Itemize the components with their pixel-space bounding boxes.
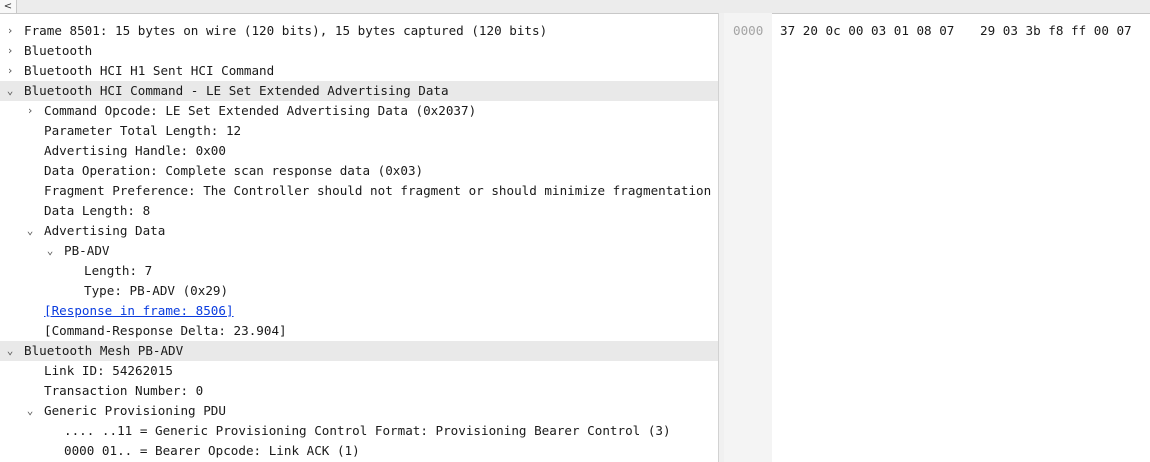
expand-arrow-icon[interactable]: ⌄ [24, 221, 36, 241]
tree-row-label: 0000 01.. = Bearer Opcode: Link ACK (1) [64, 443, 360, 458]
tree-row[interactable]: › Bluetooth [0, 41, 718, 61]
packet-details-tree[interactable]: › Frame 8501: 15 bytes on wire (120 bits)… [0, 21, 718, 462]
tree-row-label: Bluetooth Mesh PB-ADV [24, 343, 184, 358]
tree-row-label: Data Operation: Complete scan response d… [44, 163, 424, 178]
tree-row[interactable]: ⌄ Advertising Data [0, 221, 718, 241]
tree-row[interactable]: Link ID: 54262015 [0, 361, 718, 381]
tree-row-label: Advertising Data [44, 223, 166, 238]
tree-row[interactable]: › Bluetooth HCI H1 Sent HCI Command [0, 61, 718, 81]
expand-arrow-icon[interactable]: ⌄ [4, 81, 16, 101]
tree-row[interactable]: ⌄ Bluetooth HCI Command - LE Set Extended… [0, 81, 718, 101]
tree-row[interactable]: [Command-Response Delta: 23.904] [0, 321, 718, 341]
hex-offset-column [724, 13, 772, 462]
tree-row-label: Advertising Handle: 0x00 [44, 143, 226, 158]
tree-row[interactable]: .... ..11 = Generic Provisioning Control… [0, 421, 718, 441]
tree-row-label: Frame 8501: 15 bytes on wire (120 bits),… [24, 23, 548, 38]
tree-row-label: Link ID: 54262015 [44, 363, 173, 378]
tree-row-label: Data Length: 8 [44, 203, 151, 218]
tree-row-label: Fragment Preference: The Controller shou… [44, 183, 712, 198]
tree-row-label: PB-ADV [64, 243, 110, 258]
tree-row-label: Bluetooth [24, 43, 93, 58]
tree-row[interactable]: Type: PB-ADV (0x29) [0, 281, 718, 301]
tree-row-label: Length: 7 [84, 263, 153, 278]
tree-row-label: Bluetooth HCI Command - LE Set Extended … [24, 83, 449, 98]
tree-row-label: Parameter Total Length: 12 [44, 123, 242, 138]
tree-row[interactable]: Advertising Handle: 0x00 [0, 141, 718, 161]
tree-row[interactable]: [Response in frame: 8506] [0, 301, 718, 321]
tree-row[interactable]: ⌄ Generic Provisioning PDU [0, 401, 718, 421]
collapse-arrow-icon[interactable]: › [4, 61, 16, 81]
tree-row[interactable]: › Frame 8501: 15 bytes on wire (120 bits)… [0, 21, 718, 41]
tree-row-label: Bluetooth HCI H1 Sent HCI Command [24, 63, 275, 78]
scroll-left-arrow-icon[interactable]: < [0, 0, 17, 13]
tree-row[interactable]: Fragment Preference: The Controller shou… [0, 181, 718, 201]
tree-row-label: .... ..11 = Generic Provisioning Control… [64, 423, 671, 438]
hex-bytes-group-2[interactable]: 29 03 3b f8 ff 00 07 [980, 21, 1132, 41]
expand-arrow-icon[interactable]: ⌄ [44, 241, 56, 261]
collapse-arrow-icon[interactable]: › [4, 41, 16, 61]
horizontal-scrollbar[interactable]: < [0, 0, 1150, 14]
tree-row[interactable]: Data Operation: Complete scan response d… [0, 161, 718, 181]
tree-row[interactable]: 0000 01.. = Bearer Opcode: Link ACK (1) [0, 441, 718, 461]
tree-row[interactable]: Transaction Number: 0 [0, 381, 718, 401]
tree-row[interactable]: ⌄ PB-ADV [0, 241, 718, 261]
tree-row[interactable]: ⌄ Bluetooth Mesh PB-ADV [0, 341, 718, 361]
tree-row-label: [Command-Response Delta: 23.904] [44, 323, 287, 338]
tree-row[interactable]: Length: 7 [0, 261, 718, 281]
tree-row-label: Generic Provisioning PDU [44, 403, 226, 418]
tree-row[interactable]: › Command Opcode: LE Set Extended Adverti… [0, 101, 718, 121]
collapse-arrow-icon[interactable]: › [4, 21, 16, 41]
expand-arrow-icon[interactable]: ⌄ [4, 341, 16, 361]
tree-row-label: Transaction Number: 0 [44, 383, 204, 398]
tree-row[interactable]: Parameter Total Length: 12 [0, 121, 718, 141]
tree-row[interactable]: Data Length: 8 [0, 201, 718, 221]
expand-arrow-icon[interactable]: ⌄ [24, 401, 36, 421]
tree-row-label: Type: PB-ADV (0x29) [84, 283, 229, 298]
tree-row-label: Command Opcode: LE Set Extended Advertis… [44, 103, 477, 118]
collapse-arrow-icon[interactable]: › [24, 101, 36, 121]
hex-offset: 0000 [733, 23, 764, 38]
hex-bytes-group-1[interactable]: 37 20 0c 00 03 01 08 07 [780, 21, 954, 41]
tree-row-link[interactable]: [Response in frame: 8506] [44, 301, 234, 321]
